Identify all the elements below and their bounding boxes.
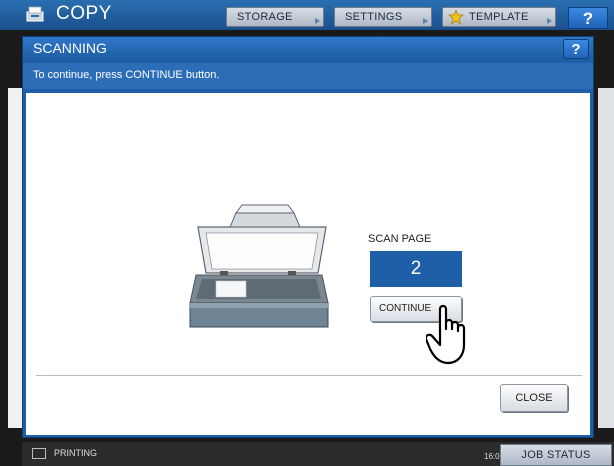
dialog-title: SCANNING — [33, 40, 107, 56]
message-bar: To continue, press CONTINUE button. — [23, 63, 593, 89]
scan-page-label: SCAN PAGE — [368, 233, 432, 245]
settings-button[interactable]: SETTINGS — [334, 7, 432, 27]
help-button[interactable]: ? — [568, 7, 608, 29]
background-panel-left — [8, 88, 22, 428]
job-status-button[interactable]: JOB STATUS — [500, 444, 612, 466]
settings-button-label: SETTINGS — [345, 11, 403, 23]
template-button-label: TEMPLATE — [469, 11, 529, 23]
template-button[interactable]: TEMPLATE — [442, 7, 556, 27]
dialog-header: SCANNING ? — [23, 37, 593, 61]
hand-pointer-icon — [426, 304, 466, 365]
dialog-body: SCAN PAGE 2 CONTINUE CLOSE — [26, 93, 590, 435]
close-button[interactable]: CLOSE — [500, 384, 568, 412]
storage-button[interactable]: STORAGE — [226, 7, 324, 27]
scanning-dialog: SCANNING ? To continue, press CONTINUE b… — [22, 36, 594, 438]
instruction-message: To continue, press CONTINUE button. — [33, 69, 220, 81]
printing-status: PRINTING — [54, 448, 98, 458]
arrow-icon — [423, 18, 428, 24]
arrow-icon — [315, 18, 320, 24]
arrow-icon — [547, 18, 552, 24]
star-icon — [448, 9, 464, 25]
top-bar: COPY STORAGE SETTINGS TEMPLATE ? — [0, 0, 614, 30]
copy-app-icon — [26, 6, 44, 22]
scan-page-count: 2 — [370, 251, 462, 287]
background-panel-right — [598, 88, 614, 428]
app-title: COPY — [56, 3, 112, 24]
divider — [36, 375, 582, 376]
scanner-illustration — [189, 204, 329, 328]
storage-button-label: STORAGE — [237, 11, 293, 23]
dialog-help-button[interactable]: ? — [563, 39, 589, 59]
printer-icon — [32, 448, 46, 459]
